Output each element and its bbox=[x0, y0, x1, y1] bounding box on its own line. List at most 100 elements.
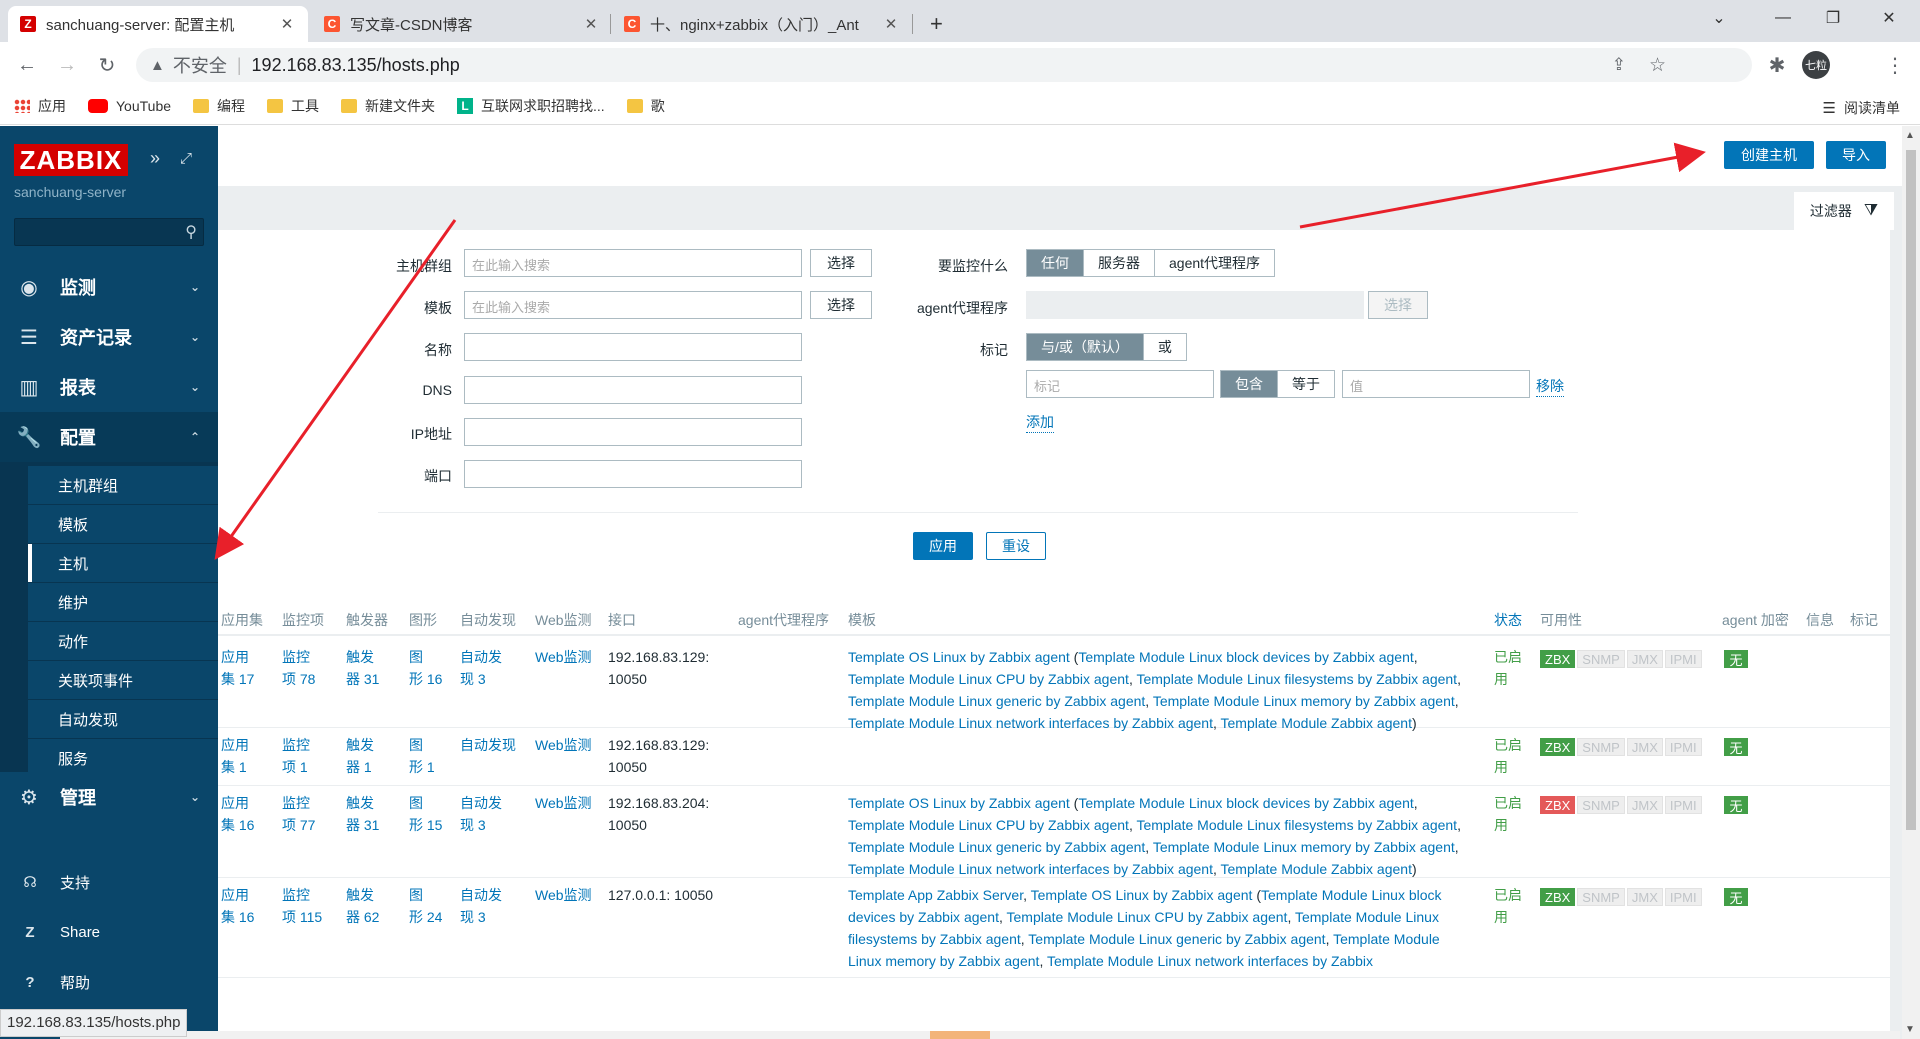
warning-icon[interactable]: ▲ bbox=[150, 57, 165, 74]
browser-tab-zabbix[interactable]: Z sanchuang-server: 配置主机 ✕ bbox=[8, 6, 308, 42]
host-group-select-button[interactable]: 选择 bbox=[810, 249, 872, 277]
bookmark-star-icon[interactable]: ☆ bbox=[1649, 54, 1666, 77]
graphs-link[interactable]: 图形 15 bbox=[409, 792, 442, 836]
monitored-by-server[interactable]: 服务器 bbox=[1084, 250, 1155, 276]
add-tag-link[interactable]: 添加 bbox=[1026, 412, 1054, 433]
items-link[interactable]: 监控项 78 bbox=[282, 646, 315, 690]
template-link[interactable]: Template Module Linux memory by Zabbix a… bbox=[1153, 839, 1455, 855]
reading-list[interactable]: ☰ 阅读清单 bbox=[1823, 98, 1900, 118]
template-link[interactable]: Template Module Linux CPU by Zabbix agen… bbox=[848, 671, 1129, 687]
kiosk-mode-icon[interactable]: ⤢ bbox=[180, 150, 192, 167]
discovery-link[interactable]: 自动发现 3 bbox=[460, 884, 502, 928]
menu-administration[interactable]: ⚙ 管理 ⌄ bbox=[0, 772, 218, 822]
support-link[interactable]: ☊ 支持 bbox=[0, 862, 218, 902]
template-link[interactable]: Template Module Linux block devices by Z… bbox=[1078, 649, 1413, 665]
scroll-up-icon[interactable]: ▲ bbox=[1905, 130, 1915, 141]
submenu-discovery[interactable]: 自动发现 bbox=[28, 700, 218, 738]
menu-inventory[interactable]: ☰ 资产记录 ⌄ bbox=[0, 312, 218, 362]
graphs-link[interactable]: 图形 1 bbox=[409, 734, 435, 778]
menu-monitoring[interactable]: ◉ 监测 ⌄ bbox=[0, 262, 218, 312]
url-text[interactable]: 192.168.83.135/hosts.php bbox=[252, 55, 460, 76]
template-link[interactable]: Template Module Linux filesystems by Zab… bbox=[1136, 671, 1457, 687]
filter-tab[interactable]: 过滤器 ⧩ bbox=[1794, 192, 1894, 230]
template-link[interactable]: Template Module Zabbix agent bbox=[1221, 861, 1412, 877]
bookmark-folder-programming[interactable]: 编程 bbox=[193, 96, 245, 116]
host-group-input[interactable]: 在此输入搜索 bbox=[464, 249, 802, 277]
close-window-icon[interactable]: ✕ bbox=[1866, 0, 1912, 36]
name-input[interactable] bbox=[464, 333, 802, 361]
menu-configuration[interactable]: 🔧 配置 ⌃ bbox=[0, 412, 218, 462]
submenu-event-correlation[interactable]: 关联项事件 bbox=[28, 661, 218, 699]
share-page-icon[interactable]: ⇪ bbox=[1612, 55, 1626, 75]
new-tab-button[interactable]: + bbox=[918, 6, 954, 42]
browser-menu-icon[interactable]: ⋮ bbox=[1880, 50, 1910, 80]
create-host-button[interactable]: 创建主机 bbox=[1724, 141, 1814, 169]
bookmark-folder-tools[interactable]: 工具 bbox=[267, 96, 319, 116]
template-link[interactable]: Template App Zabbix Server bbox=[848, 887, 1023, 903]
tags-mode-or[interactable]: 或 bbox=[1144, 334, 1186, 360]
tag-op-equals[interactable]: 等于 bbox=[1278, 371, 1334, 397]
scroll-down-icon[interactable]: ▼ bbox=[1905, 1024, 1915, 1035]
reset-filter-button[interactable]: 重设 bbox=[986, 532, 1046, 560]
reload-icon[interactable]: ↻ bbox=[92, 50, 122, 80]
close-tab-icon[interactable]: ✕ bbox=[278, 15, 296, 33]
triggers-link[interactable]: 触发器 31 bbox=[346, 792, 379, 836]
extensions-icon[interactable]: ✱ bbox=[1762, 50, 1792, 80]
remove-tag-link[interactable]: 移除 bbox=[1536, 376, 1564, 397]
items-link[interactable]: 监控项 1 bbox=[282, 734, 310, 778]
browser-tab-csdn-write[interactable]: C 写文章-CSDN博客 ✕ bbox=[312, 6, 612, 42]
template-link[interactable]: Template OS Linux by Zabbix agent bbox=[848, 649, 1070, 665]
horizontal-scroll-thumb[interactable] bbox=[930, 1031, 990, 1039]
triggers-link[interactable]: 触发器 62 bbox=[346, 884, 379, 928]
bookmark-youtube[interactable]: YouTube bbox=[88, 98, 171, 114]
submenu-actions[interactable]: 动作 bbox=[28, 622, 218, 660]
tags-mode-toggle[interactable]: 与/或（默认） 或 bbox=[1026, 333, 1187, 361]
tag-op-contains[interactable]: 包含 bbox=[1221, 371, 1278, 397]
graphs-link[interactable]: 图形 16 bbox=[409, 646, 442, 690]
tag-operator-toggle[interactable]: 包含 等于 bbox=[1220, 370, 1335, 398]
bookmark-apps[interactable]: 应用 bbox=[14, 96, 66, 116]
monitored-by-proxy[interactable]: agent代理程序 bbox=[1155, 250, 1274, 276]
close-tab-icon[interactable]: ✕ bbox=[582, 15, 600, 33]
collapse-sidebar-icon[interactable]: » bbox=[150, 148, 160, 169]
web-link[interactable]: Web监测 bbox=[535, 792, 592, 814]
forward-icon[interactable]: → bbox=[52, 50, 82, 80]
bookmark-lagou[interactable]: L 互联网求职招聘找... bbox=[457, 96, 605, 116]
minimize-icon[interactable]: — bbox=[1760, 0, 1806, 36]
template-select-button[interactable]: 选择 bbox=[810, 291, 872, 319]
submenu-templates[interactable]: 模板 bbox=[28, 505, 218, 543]
items-link[interactable]: 监控项 115 bbox=[282, 884, 322, 928]
template-link[interactable]: Template Module Linux generic by Zabbix … bbox=[848, 693, 1145, 709]
close-tab-icon[interactable]: ✕ bbox=[882, 15, 900, 33]
triggers-link[interactable]: 触发器 31 bbox=[346, 646, 379, 690]
template-link[interactable]: Template Module Linux block devices by Z… bbox=[1078, 795, 1413, 811]
graphs-link[interactable]: 图形 24 bbox=[409, 884, 442, 928]
triggers-link[interactable]: 触发器 1 bbox=[346, 734, 374, 778]
discovery-link[interactable]: 自动发现 3 bbox=[460, 792, 502, 836]
template-link[interactable]: Template Module Linux network interfaces… bbox=[848, 861, 1213, 877]
search-icon[interactable]: ⚲ bbox=[185, 222, 197, 242]
bookmark-folder-new[interactable]: 新建文件夹 bbox=[341, 96, 435, 116]
share-link[interactable]: Z Share bbox=[0, 912, 218, 952]
submenu-host-groups[interactable]: 主机群组 bbox=[28, 466, 218, 504]
tag-name-input[interactable]: 标记 bbox=[1026, 370, 1214, 398]
items-link[interactable]: 监控项 77 bbox=[282, 792, 315, 836]
discovery-link[interactable]: 自动发现 3 bbox=[460, 646, 502, 690]
template-link[interactable]: Template Module Linux network interfaces… bbox=[1047, 953, 1373, 969]
submenu-hosts[interactable]: 主机 bbox=[28, 544, 218, 582]
maximize-icon[interactable]: ❐ bbox=[1810, 0, 1856, 36]
security-label[interactable]: 不安全 bbox=[173, 52, 227, 78]
template-input[interactable]: 在此输入搜索 bbox=[464, 291, 802, 319]
vertical-scrollbar[interactable]: ▲ ▼ bbox=[1902, 126, 1920, 1039]
applications-link[interactable]: 应用集 17 bbox=[221, 646, 254, 690]
omnibox[interactable]: ▲ 不安全 | 192.168.83.135/hosts.php ⇪ ☆ bbox=[136, 48, 1752, 82]
template-link[interactable]: Template OS Linux by Zabbix agent bbox=[1031, 887, 1253, 903]
web-link[interactable]: Web监测 bbox=[535, 884, 592, 906]
vertical-scroll-thumb[interactable] bbox=[1906, 150, 1916, 830]
template-link[interactable]: Template Module Linux filesystems by Zab… bbox=[1136, 817, 1457, 833]
browser-tab-csdn-article[interactable]: C 十、nginx+zabbix（入门）_Ant ✕ bbox=[612, 6, 912, 42]
applications-link[interactable]: 应用集 1 bbox=[221, 734, 249, 778]
bookmark-folder-songs[interactable]: 歌 bbox=[626, 96, 665, 116]
import-button[interactable]: 导入 bbox=[1826, 141, 1886, 169]
web-link[interactable]: Web监测 bbox=[535, 646, 592, 668]
